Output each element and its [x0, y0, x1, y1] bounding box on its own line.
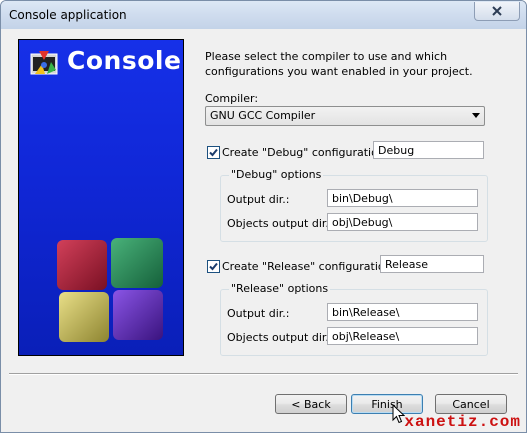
release-name-field[interactable]: Release [380, 255, 484, 273]
chevron-down-icon [472, 113, 480, 118]
finish-button[interactable]: Finish [351, 394, 423, 414]
release-options-label: "Release" options [229, 282, 331, 295]
watermark: xanetiz.com [404, 413, 521, 431]
title-bar[interactable]: Console application [1, 1, 526, 29]
debug-objects-dir-field[interactable]: obj\Debug\ [327, 213, 478, 231]
back-button[interactable]: < Back [275, 394, 347, 414]
debug-objects-dir-label: Objects output dir.: [227, 217, 333, 230]
debug-checkbox-label: Create "Debug" configuration: [222, 146, 389, 159]
close-icon [492, 6, 502, 16]
release-checkbox[interactable] [207, 260, 220, 273]
debug-name-field[interactable]: Debug [373, 141, 484, 159]
debug-checkbox[interactable] [207, 146, 220, 159]
mouse-cursor-icon [392, 404, 405, 424]
dialog-body: Console Please select the compiler to us… [9, 30, 518, 424]
cancel-button[interactable]: Cancel [435, 394, 507, 414]
banner-title: Console [67, 46, 182, 75]
codeblocks-logo-icon [30, 51, 58, 75]
debug-output-dir-field[interactable]: bin\Debug\ [327, 189, 478, 207]
debug-output-dir-label: Output dir.: [227, 193, 290, 206]
button-separator [9, 373, 518, 375]
checkmark-icon [209, 262, 218, 271]
checkmark-icon [209, 148, 218, 157]
release-options-group: "Release" options Output dir.: bin\Relea… [220, 282, 488, 356]
debug-options-group: "Debug" options Output dir.: bin\Debug\ … [220, 168, 488, 242]
close-button[interactable] [474, 2, 520, 21]
release-output-dir-label: Output dir.: [227, 307, 290, 320]
release-objects-dir-field[interactable]: obj\Release\ [327, 327, 478, 345]
debug-options-label: "Debug" options [229, 168, 324, 181]
release-output-dir-field[interactable]: bin\Release\ [327, 303, 478, 321]
compiler-selected-value: GNU GCC Compiler [210, 109, 316, 122]
wizard-banner: Console [18, 39, 184, 356]
colored-blocks-icon [57, 238, 163, 342]
console-application-dialog: Console application Console Please selec… [0, 0, 527, 433]
window-title: Console application [9, 8, 127, 22]
intro-text: Please select the compiler to use and wh… [205, 50, 473, 78]
release-objects-dir-label: Objects output dir.: [227, 331, 333, 344]
compiler-select[interactable]: GNU GCC Compiler [205, 106, 485, 126]
release-checkbox-label: Create "Release" configuration: [222, 260, 396, 273]
compiler-label: Compiler: [205, 92, 259, 105]
